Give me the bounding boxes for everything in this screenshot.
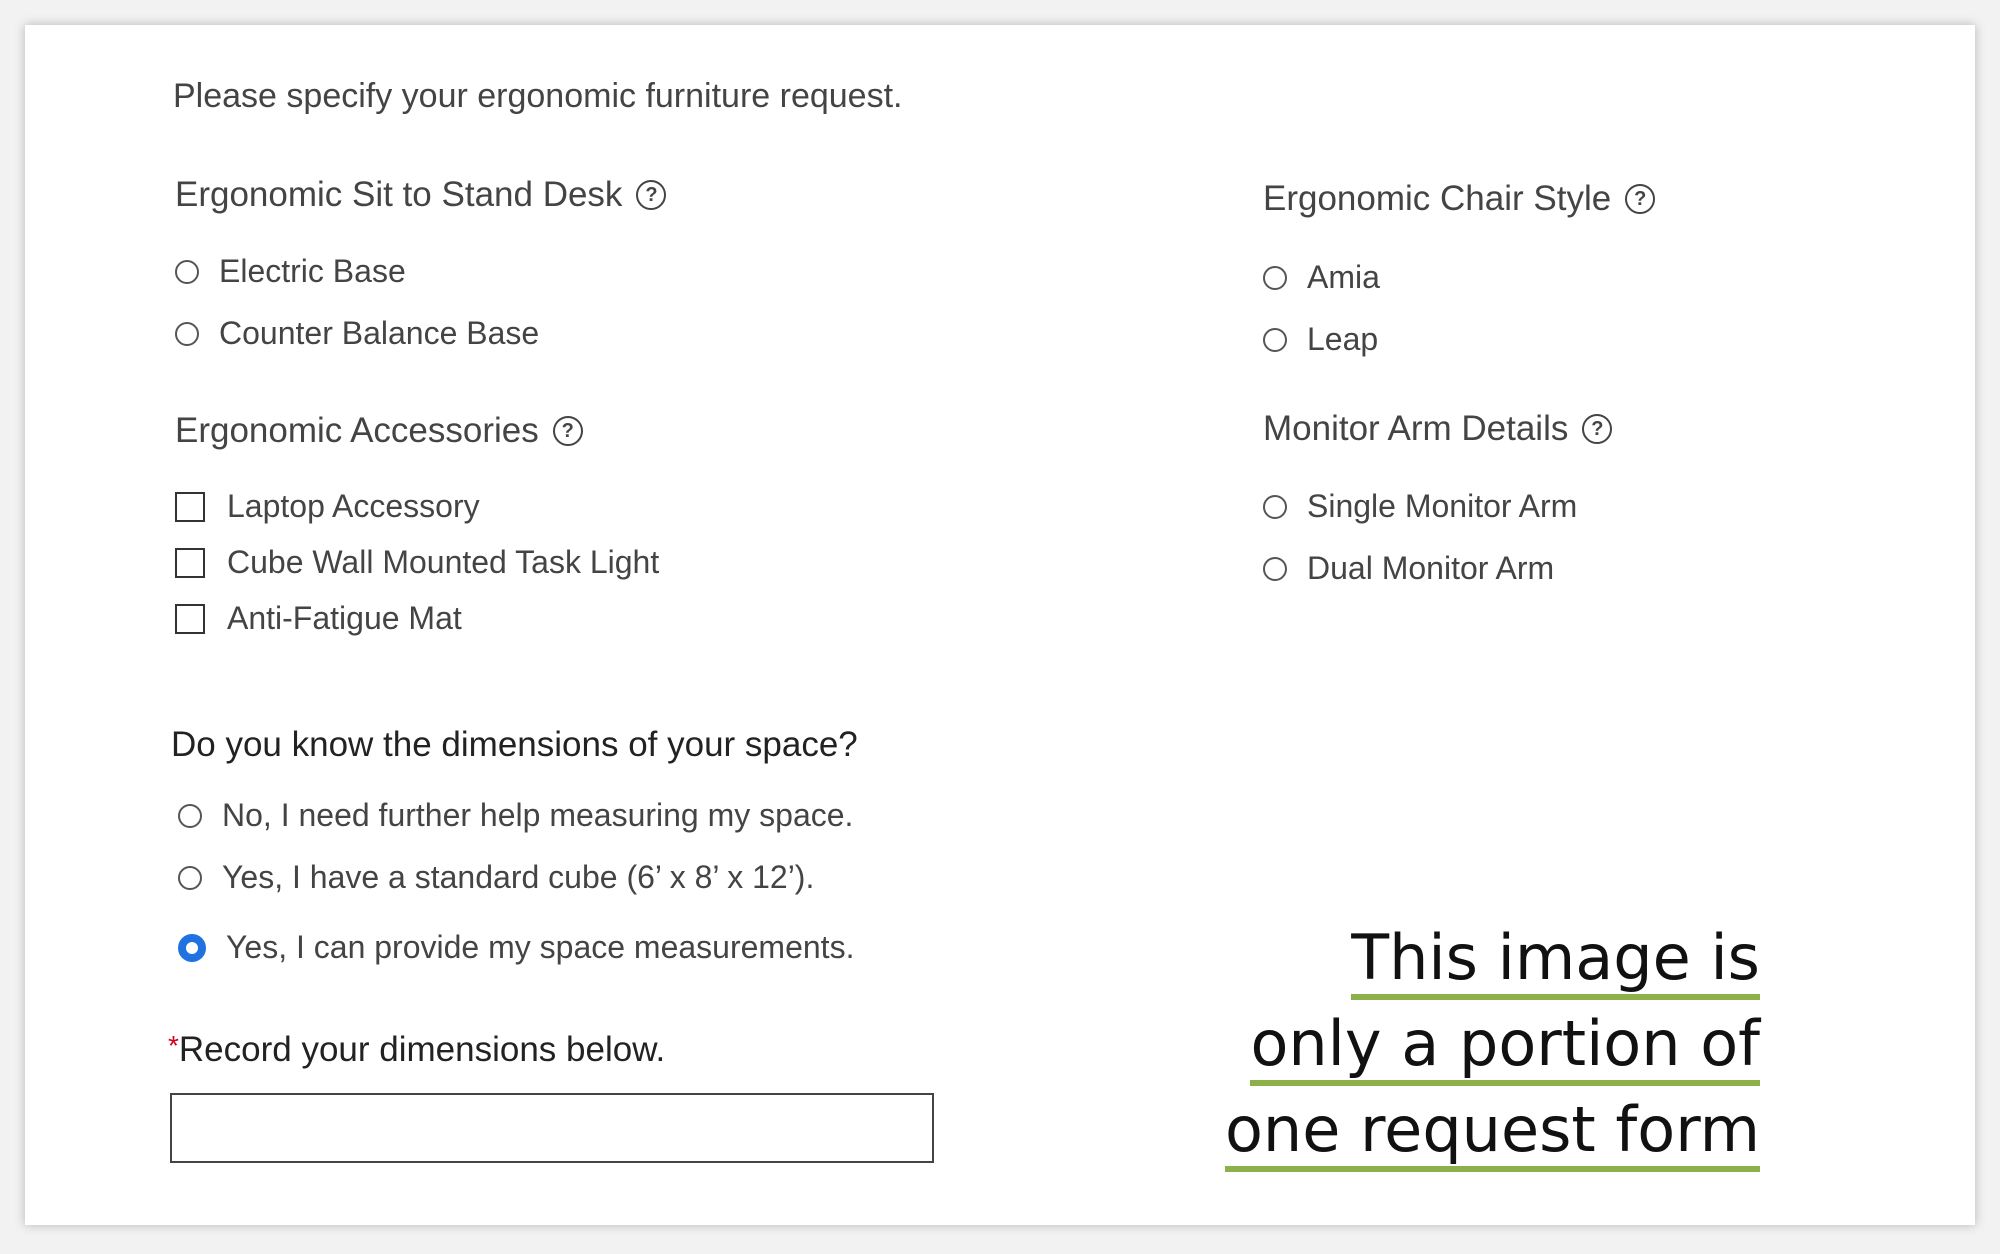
desk-group-title: Ergonomic Sit to Stand Desk ? — [175, 175, 667, 215]
dimensions-option-need-help[interactable]: No, I need further help measuring my spa… — [178, 797, 853, 834]
chair-option-leap[interactable]: Leap — [1263, 321, 1378, 358]
dimensions-option-label: Yes, I have a standard cube (6’ x 8’ x 1… — [222, 859, 815, 895]
desk-option-electric[interactable]: Electric Base — [175, 253, 406, 290]
monitor-title-text: Monitor Arm Details — [1263, 409, 1569, 448]
annotation-text: This image is — [1351, 921, 1760, 1000]
chair-option-amia[interactable]: Amia — [1263, 259, 1380, 296]
request-form-card: Please specify your ergonomic furniture … — [25, 25, 1975, 1225]
annotation-note: This image is only a portion of one requ… — [1160, 915, 1760, 1173]
radio-button[interactable] — [1263, 494, 1287, 519]
monitor-option-dual[interactable]: Dual Monitor Arm — [1263, 550, 1554, 587]
radio-button[interactable] — [178, 803, 202, 828]
accessory-option-label: Anti-Fatigue Mat — [227, 600, 462, 636]
accessory-option-label: Laptop Accessory — [227, 488, 480, 524]
chair-title-text: Ergonomic Chair Style — [1263, 179, 1612, 218]
monitor-group-title: Monitor Arm Details ? — [1263, 409, 1613, 449]
dimensions-option-label: No, I need further help measuring my spa… — [222, 797, 854, 833]
desk-title-text: Ergonomic Sit to Stand Desk — [175, 175, 623, 214]
checkbox[interactable] — [175, 547, 205, 578]
dimensions-option-provide[interactable]: Yes, I can provide my space measurements… — [178, 929, 854, 966]
chair-option-label: Amia — [1307, 259, 1380, 295]
radio-button[interactable] — [1263, 327, 1287, 352]
record-dimensions-label: *Record your dimensions below. — [168, 1030, 665, 1070]
monitor-option-label: Dual Monitor Arm — [1307, 550, 1555, 586]
dimensions-option-standard-cube[interactable]: Yes, I have a standard cube (6’ x 8’ x 1… — [178, 859, 814, 896]
accessory-option-laptop[interactable]: Laptop Accessory — [175, 488, 480, 525]
radio-button[interactable] — [178, 865, 202, 890]
annotation-line: This image is — [1160, 915, 1760, 1001]
radio-button-selected[interactable] — [178, 933, 206, 962]
accessory-option-mat[interactable]: Anti-Fatigue Mat — [175, 600, 462, 637]
radio-button[interactable] — [1263, 556, 1287, 581]
accessory-option-task-light[interactable]: Cube Wall Mounted Task Light — [175, 544, 659, 581]
accessories-group-title: Ergonomic Accessories ? — [175, 411, 583, 451]
desk-option-counter-balance[interactable]: Counter Balance Base — [175, 315, 539, 352]
dimensions-option-label: Yes, I can provide my space measurements… — [226, 929, 855, 965]
help-icon[interactable]: ? — [636, 180, 667, 210]
annotation-line: only a portion of — [1160, 1001, 1760, 1087]
checkbox[interactable] — [175, 491, 205, 522]
monitor-option-single[interactable]: Single Monitor Arm — [1263, 488, 1577, 525]
dimensions-input[interactable] — [170, 1093, 934, 1163]
radio-button[interactable] — [175, 259, 199, 284]
required-marker: * — [168, 1030, 179, 1061]
dimensions-question: Do you know the dimensions of your space… — [171, 725, 858, 764]
desk-option-label: Electric Base — [219, 253, 406, 289]
help-icon[interactable]: ? — [552, 416, 583, 446]
chair-group-title: Ergonomic Chair Style ? — [1263, 179, 1656, 219]
form-intro: Please specify your ergonomic furniture … — [173, 77, 903, 115]
chair-option-label: Leap — [1307, 321, 1379, 357]
accessories-title-text: Ergonomic Accessories — [175, 411, 539, 450]
desk-option-label: Counter Balance Base — [219, 315, 540, 351]
help-icon[interactable]: ? — [1625, 184, 1656, 214]
radio-button[interactable] — [175, 321, 199, 346]
accessory-option-label: Cube Wall Mounted Task Light — [227, 544, 660, 580]
annotation-text: only a portion of — [1250, 1007, 1760, 1086]
monitor-option-label: Single Monitor Arm — [1307, 488, 1578, 524]
help-icon[interactable]: ? — [1582, 414, 1613, 444]
radio-button[interactable] — [1263, 265, 1287, 290]
record-label-text: Record your dimensions below. — [178, 1030, 666, 1069]
checkbox[interactable] — [175, 603, 205, 634]
annotation-text: one request form — [1224, 1093, 1760, 1172]
annotation-line: one request form — [1160, 1087, 1760, 1173]
